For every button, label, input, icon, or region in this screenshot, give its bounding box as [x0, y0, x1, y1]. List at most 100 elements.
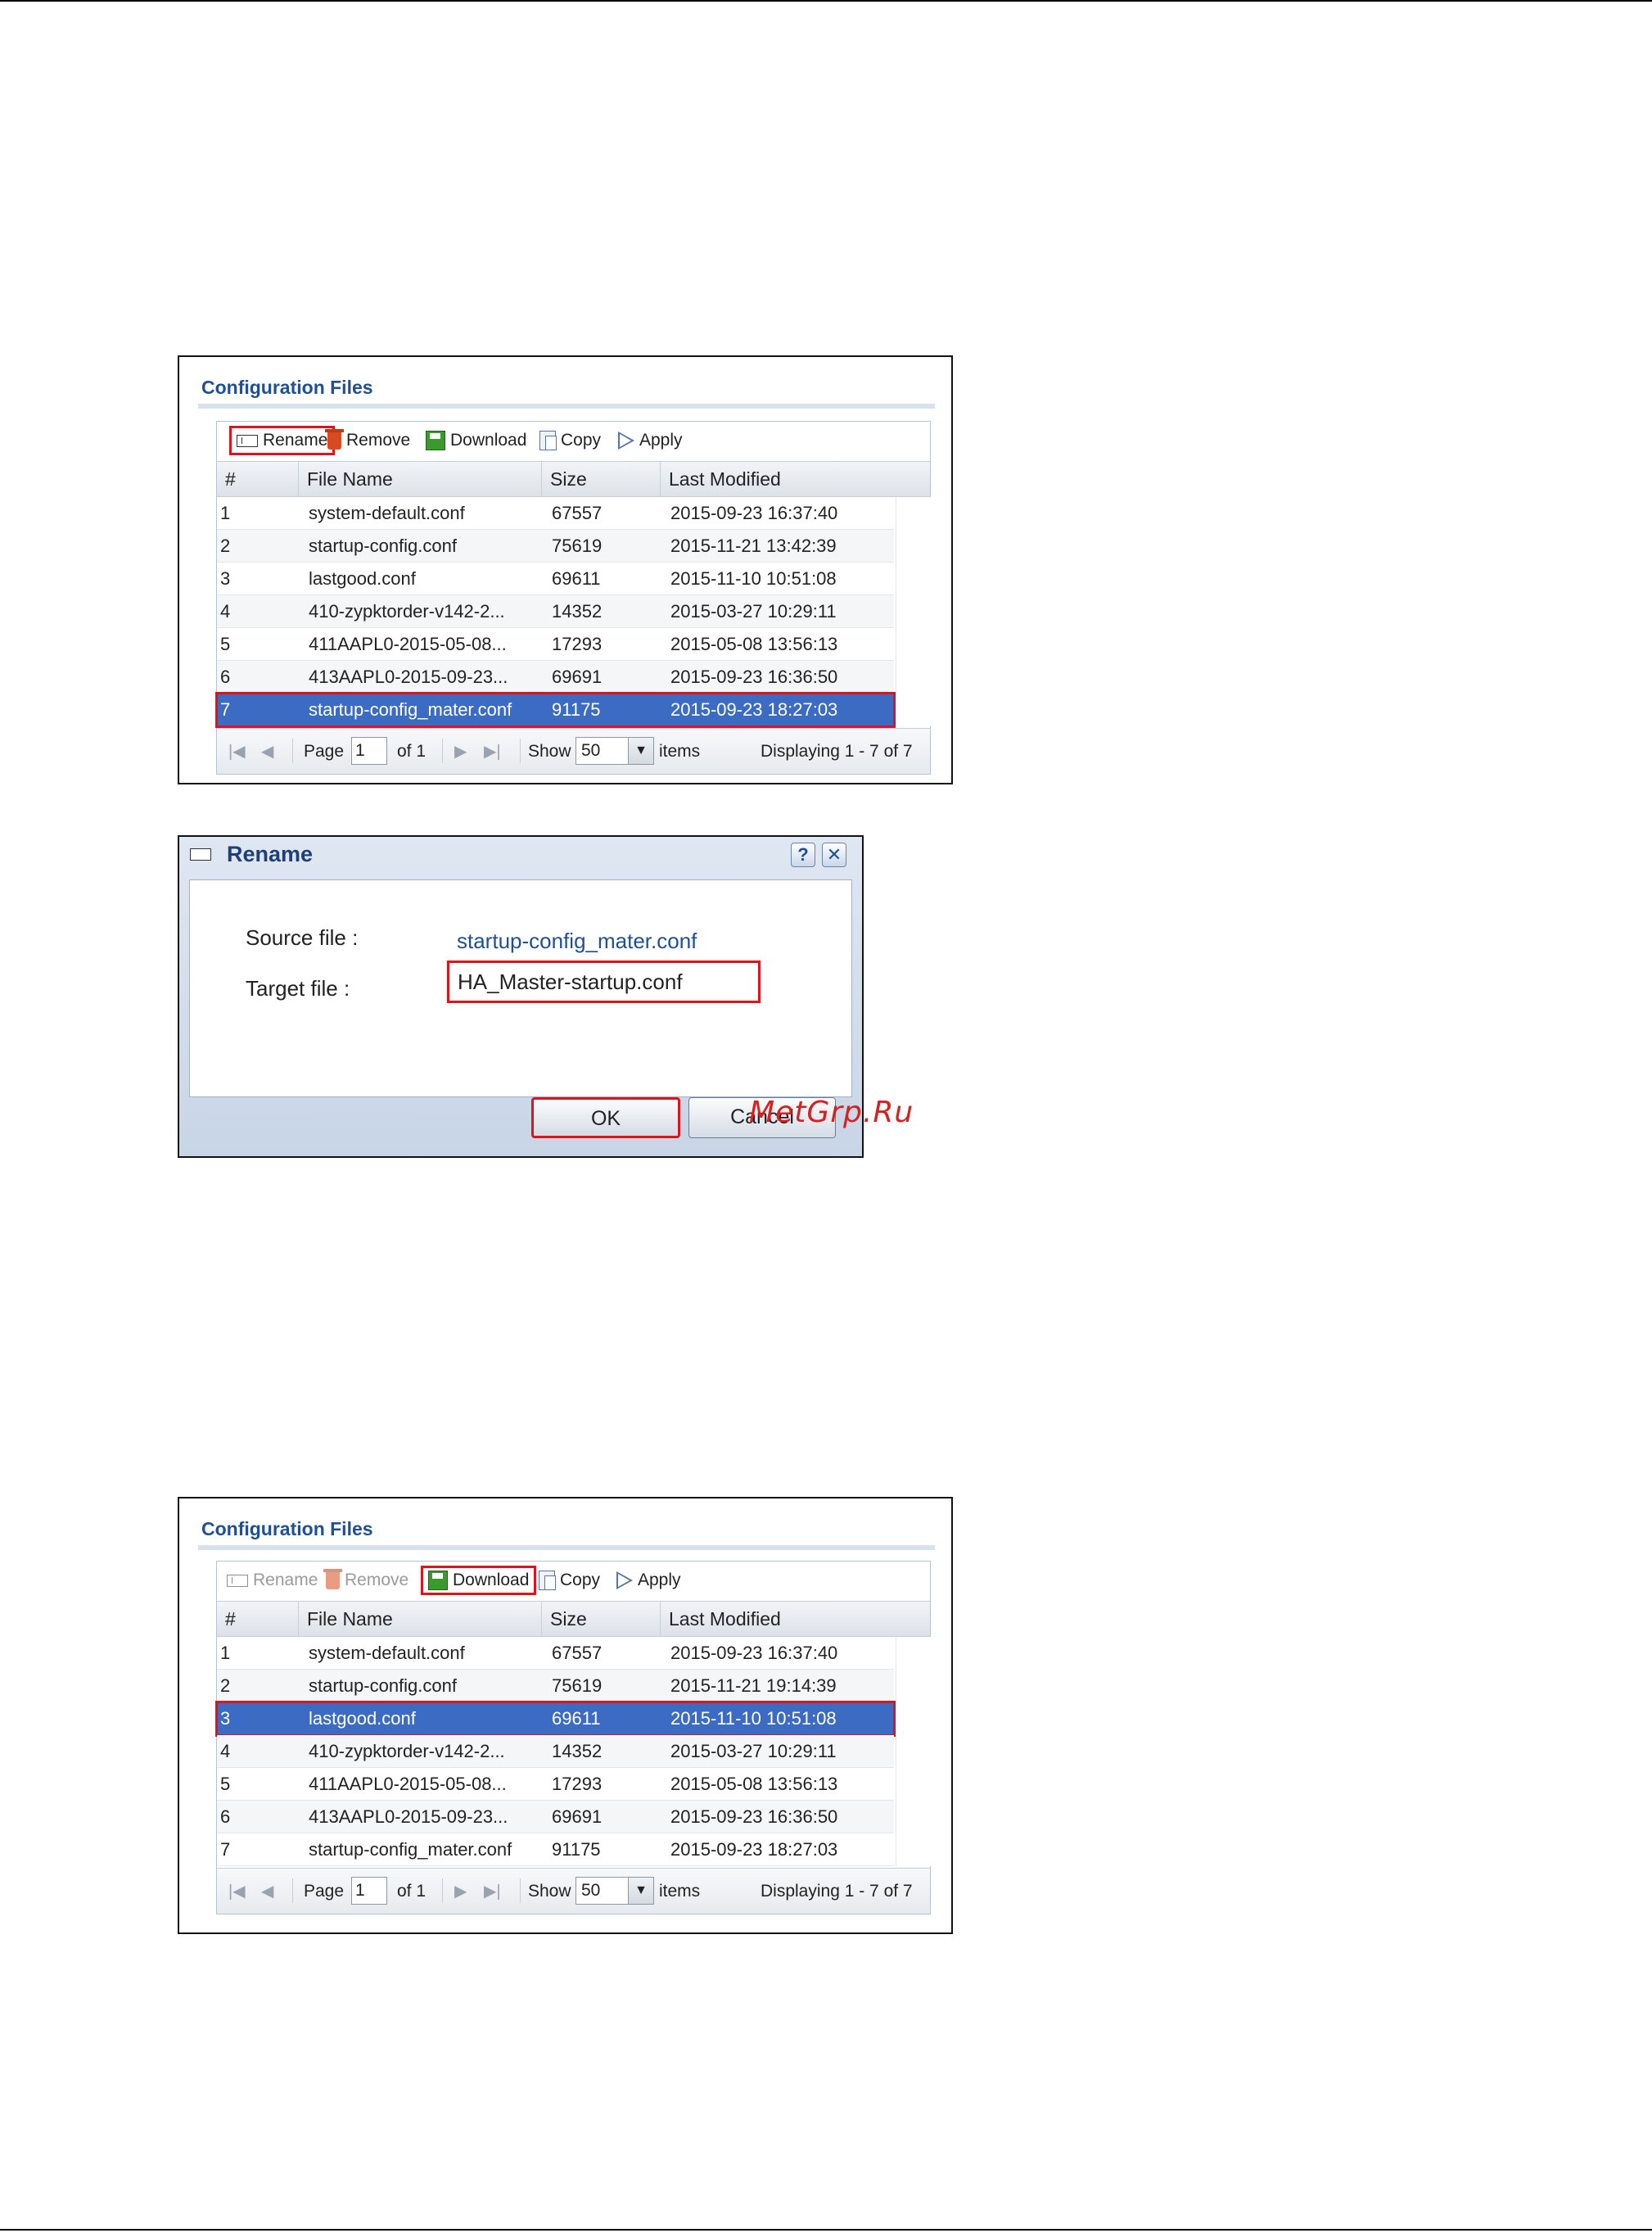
cell-size: 91175: [552, 1839, 601, 1860]
cell-file-name: startup-config_mater.conf: [309, 1839, 512, 1860]
cell-last-modified: 2015-11-10 10:51:08: [670, 1708, 837, 1729]
cell-number: 2: [220, 536, 231, 556]
col-header-size[interactable]: Size: [542, 462, 661, 496]
remove-label: Remove: [345, 1571, 409, 1589]
cell-number: 2: [220, 1675, 231, 1696]
apply-button[interactable]: Apply: [618, 428, 683, 453]
page-label: Page: [304, 1882, 345, 1901]
cell-number: 7: [220, 1839, 231, 1860]
cell-file-name: 411AAPL0-2015-05-08...: [309, 634, 507, 654]
last-page-icon[interactable]: ▶|: [484, 741, 501, 762]
cell-size: 75619: [552, 536, 603, 556]
page-size-select[interactable]: 50 ▼: [575, 1877, 654, 1905]
items-label: items: [659, 1882, 701, 1901]
cell-last-modified: 2015-09-23 16:37:40: [670, 503, 838, 523]
last-page-icon[interactable]: ▶|: [484, 1881, 501, 1902]
pagination-bar: |◀ ◀ Page 1 of 1 ▶ ▶| Show 50 ▼ items Dis…: [217, 728, 930, 774]
col-header-number[interactable]: #: [217, 1602, 299, 1636]
first-page-icon[interactable]: |◀: [228, 741, 246, 762]
cell-size: 17293: [552, 634, 603, 654]
cell-number: 6: [220, 667, 231, 687]
cell-size: 91175: [552, 699, 601, 720]
config-files-grid: Rename Remove Download Copy Apply # File…: [215, 421, 931, 775]
download-label: Download: [453, 1571, 530, 1589]
col-header-size[interactable]: Size: [542, 1602, 661, 1636]
table-row[interactable]: 5 411AAPL0-2015-05-08... 17293 2015-05-0…: [217, 628, 894, 661]
col-header-number[interactable]: #: [217, 462, 299, 496]
cell-size: 67557: [552, 503, 603, 523]
apply-label: Apply: [639, 431, 683, 450]
table-row[interactable]: 2 startup-config.conf 75619 2015-11-21 1…: [217, 530, 894, 563]
copy-icon: [539, 1571, 556, 1590]
chevron-down-icon: ▼: [628, 1878, 653, 1904]
download-button[interactable]: Download: [426, 428, 526, 453]
prev-page-icon[interactable]: ◀: [261, 1881, 273, 1902]
divider: [520, 739, 521, 763]
table-row-selected[interactable]: 3 lastgood.conf 69611 2015-11-10 10:51:0…: [215, 1701, 896, 1737]
cell-size: 69691: [552, 1806, 603, 1827]
items-label: items: [659, 742, 701, 761]
page-number-input[interactable]: 1: [351, 1877, 387, 1905]
col-header-file-name[interactable]: File Name: [299, 1602, 542, 1636]
copy-button[interactable]: Copy: [539, 1568, 600, 1593]
table-row[interactable]: 6 413AAPL0-2015-09-23... 69691 2015-09-2…: [217, 661, 894, 694]
table-row-selected[interactable]: 7 startup-config_mater.conf 91175 2015-0…: [215, 692, 896, 728]
close-button[interactable]: ✕: [822, 843, 846, 867]
col-header-last-modified[interactable]: Last Modified: [661, 1602, 896, 1636]
prev-page-icon[interactable]: ◀: [261, 741, 273, 762]
table-header: # File Name Size Last Modified: [217, 461, 930, 497]
table-row[interactable]: 1 system-default.conf 67557 2015-09-23 1…: [217, 497, 894, 530]
download-button[interactable]: Download: [420, 1566, 537, 1595]
table-row[interactable]: 1 system-default.conf 67557 2015-09-23 1…: [217, 1637, 894, 1670]
table-row[interactable]: 2 startup-config.conf 75619 2015-11-21 1…: [217, 1670, 894, 1702]
cell-number: 4: [220, 601, 231, 622]
copy-button[interactable]: Copy: [539, 428, 601, 453]
page-size-value: 50: [581, 1881, 601, 1900]
table-row[interactable]: 6 413AAPL0-2015-09-23... 69691 2015-09-2…: [217, 1801, 894, 1833]
next-page-icon[interactable]: ▶: [454, 1881, 467, 1902]
next-page-icon[interactable]: ▶: [454, 741, 467, 762]
cell-number: 5: [220, 1774, 231, 1794]
trash-icon: [325, 429, 344, 450]
table-row[interactable]: 5 411AAPL0-2015-05-08... 17293 2015-05-0…: [217, 1768, 894, 1801]
remove-button[interactable]: Remove: [325, 428, 410, 453]
apply-button[interactable]: Apply: [616, 1568, 681, 1593]
first-page-icon[interactable]: |◀: [228, 1881, 246, 1902]
cell-file-name: lastgood.conf: [309, 568, 416, 589]
play-triangle-icon: [618, 432, 634, 450]
table-row[interactable]: 4 410-zypktorder-v142-2... 14352 2015-03…: [217, 1735, 894, 1768]
cell-file-name: 411AAPL0-2015-05-08...: [309, 1774, 507, 1794]
col-header-last-modified[interactable]: Last Modified: [661, 462, 896, 496]
cell-last-modified: 2015-03-27 10:29:11: [670, 1741, 837, 1761]
cell-size: 17293: [552, 1774, 603, 1794]
help-button[interactable]: ?: [791, 843, 815, 867]
table-row[interactable]: 7 startup-config_mater.conf 91175 2015-0…: [217, 1833, 894, 1866]
divider: [292, 1878, 293, 1903]
copy-label: Copy: [561, 431, 602, 450]
remove-button[interactable]: Remove: [323, 1568, 409, 1593]
title-underline: [198, 404, 935, 409]
divider: [520, 1878, 521, 1903]
trash-icon: [323, 1569, 342, 1589]
cell-file-name: system-default.conf: [309, 1643, 465, 1663]
divider: [442, 1878, 443, 1903]
cell-file-name: 410-zypktorder-v142-2...: [309, 601, 505, 622]
target-file-input[interactable]: HA_Master-startup.conf: [447, 961, 761, 1003]
cell-number: 5: [220, 634, 231, 654]
table-row[interactable]: 4 410-zypktorder-v142-2... 14352 2015-03…: [217, 595, 894, 628]
table-row[interactable]: 3 lastgood.conf 69611 2015-11-10 10:51:0…: [217, 563, 894, 595]
cell-file-name: system-default.conf: [309, 503, 465, 523]
rename-button[interactable]: Rename: [228, 426, 336, 455]
cell-number: 7: [220, 699, 231, 720]
ok-button[interactable]: OK: [531, 1097, 680, 1138]
cell-number: 3: [220, 1708, 231, 1729]
page-number-input[interactable]: 1: [351, 737, 387, 765]
cell-size: 14352: [552, 1741, 603, 1761]
cell-number: 3: [220, 568, 231, 589]
cell-number: 1: [220, 503, 231, 523]
top-rule: [0, 0, 1652, 2]
page-size-select[interactable]: 50 ▼: [575, 737, 654, 765]
rename-button[interactable]: Rename: [227, 1568, 318, 1593]
col-header-file-name[interactable]: File Name: [299, 462, 542, 496]
config-files-panel-1: Configuration Files Rename Remove Downlo…: [178, 355, 953, 784]
